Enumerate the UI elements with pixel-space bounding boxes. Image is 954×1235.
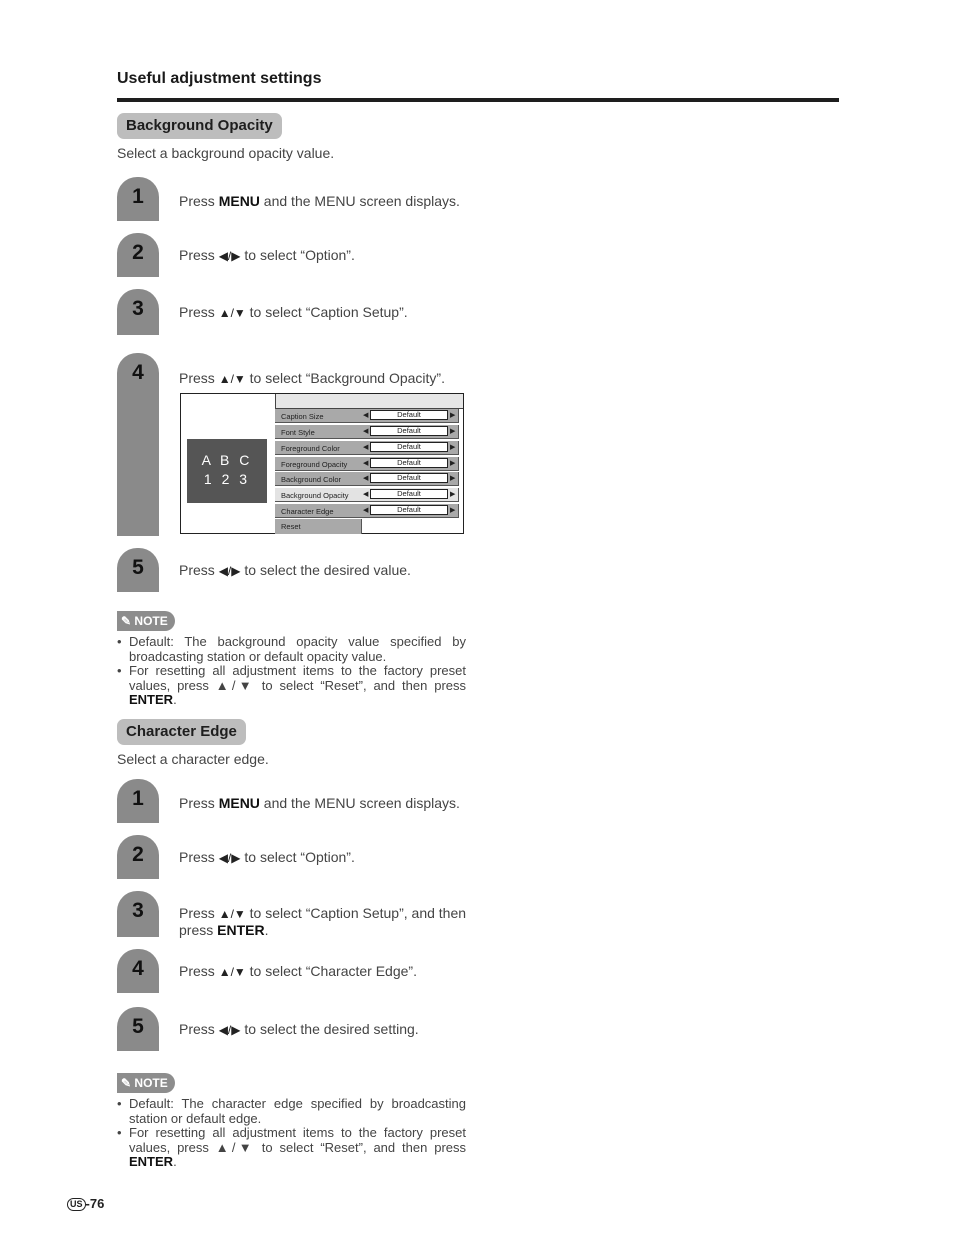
menu-row-value: Default	[370, 489, 448, 499]
step-number-badge: 5	[117, 1007, 159, 1051]
step-text: Press MENU and the MENU screen displays.	[179, 795, 460, 811]
paperclip-icon: ✎	[121, 614, 132, 628]
preview-numbers: 1 2 3	[203, 471, 251, 487]
menu-reset-item[interactable]: Reset	[275, 519, 362, 534]
up-down-arrow-icon: ▲/▼	[218, 306, 246, 320]
note-badge: ✎ NOTE	[117, 611, 175, 631]
note-badge: ✎ NOTE	[117, 1073, 175, 1093]
step-number-badge: 2	[117, 835, 159, 879]
left-arrow-icon[interactable]: ◀	[363, 506, 368, 514]
menu-row-label: Font Style	[281, 428, 315, 437]
section-background-opacity: Background Opacity	[117, 113, 282, 139]
step-text: Press ▲/▼ to select “Caption Setup”.	[179, 304, 408, 320]
menu-row-value: Default	[370, 473, 448, 483]
left-arrow-icon[interactable]: ◀	[363, 474, 368, 482]
right-arrow-icon[interactable]: ▶	[450, 490, 455, 498]
menu-row-value: Default	[370, 410, 448, 420]
note-item: Default: The background opacity value sp…	[117, 634, 466, 664]
step-text: Press ▲/▼ to select “Background Opacity”…	[179, 370, 445, 386]
left-right-arrow-icon: ◀/▶	[218, 1023, 241, 1037]
step-number-badge: 4	[117, 949, 159, 993]
section-description: Select a character edge.	[117, 751, 269, 767]
region-badge: US	[67, 1198, 86, 1211]
note-item: Default: The character edge specified by…	[117, 1096, 466, 1126]
note-block: ✎ NOTE	[117, 611, 175, 631]
section-title: Character Edge	[117, 719, 246, 745]
step-text: Press ◀/▶ to select the desired setting.	[179, 1021, 419, 1037]
section-title: Background Opacity	[117, 113, 282, 139]
right-arrow-icon[interactable]: ▶	[450, 443, 455, 451]
menu-row-value: Default	[370, 442, 448, 452]
left-right-arrow-icon: ◀/▶	[218, 564, 241, 578]
page-footer: US -76	[67, 1196, 104, 1211]
menu-row-character-edge[interactable]: Character Edge ◀ Default ▶	[275, 504, 459, 518]
menu-row-foreground-color[interactable]: Foreground Color ◀ Default ▶	[275, 441, 459, 455]
step-text: Press ◀/▶ to select the desired value.	[179, 562, 411, 578]
caption-setup-menu-screen: A B C 1 2 3 Caption Size ◀ Default ▶ Fon…	[180, 393, 464, 534]
menu-row-label: Caption Size	[281, 412, 324, 421]
step-number-badge: 4	[117, 353, 159, 536]
menu-row-value: Default	[370, 458, 448, 468]
menu-row-foreground-opacity[interactable]: Foreground Opacity ◀ Default ▶	[275, 457, 459, 471]
step-number-badge: 3	[117, 289, 159, 335]
paperclip-icon: ✎	[121, 1076, 132, 1090]
heading-rule	[117, 98, 839, 102]
note-block: ✎ NOTE	[117, 1073, 175, 1093]
preview-letters: A B C	[201, 452, 253, 468]
menu-row-background-color[interactable]: Background Color ◀ Default ▶	[275, 472, 459, 486]
menu-row-label: Background Opacity	[281, 491, 349, 500]
step-number-badge: 2	[117, 233, 159, 277]
up-down-arrow-icon: ▲/▼	[218, 907, 246, 921]
menu-row-value: Default	[370, 505, 448, 515]
step-text: Press ◀/▶ to select “Option”.	[179, 247, 355, 263]
section-character-edge: Character Edge	[117, 719, 246, 745]
left-arrow-icon[interactable]: ◀	[363, 459, 368, 467]
menu-row-background-opacity[interactable]: Background Opacity ◀ Default ▶	[275, 488, 459, 502]
left-arrow-icon[interactable]: ◀	[363, 427, 368, 435]
note-item: For resetting all adjustment items to th…	[117, 663, 466, 708]
menu-key: MENU	[218, 795, 260, 811]
step-text: Press MENU and the MENU screen displays.	[179, 193, 460, 209]
step-number-badge: 1	[117, 177, 159, 221]
right-arrow-icon[interactable]: ▶	[450, 506, 455, 514]
menu-row-label: Foreground Opacity	[281, 460, 348, 469]
step-number-badge: 1	[117, 779, 159, 823]
step-text: Press ▲/▼ to select “Caption Setup”, and…	[179, 905, 467, 938]
note-list: Default: The character edge specified by…	[117, 1096, 466, 1170]
menu-row-value: Default	[370, 426, 448, 436]
note-list: Default: The background opacity value sp…	[117, 634, 466, 708]
note-item: For resetting all adjustment items to th…	[117, 1125, 466, 1170]
right-arrow-icon[interactable]: ▶	[450, 474, 455, 482]
menu-row-caption-size[interactable]: Caption Size ◀ Default ▶	[275, 409, 459, 423]
menu-row-label: Character Edge	[281, 507, 334, 516]
page-heading: Useful adjustment settings	[117, 70, 322, 87]
left-arrow-icon[interactable]: ◀	[363, 443, 368, 451]
up-down-arrow-icon: ▲/▼	[218, 965, 246, 979]
page-number: -76	[85, 1196, 105, 1211]
step-text: Press ▲/▼ to select “Character Edge”.	[179, 963, 417, 979]
up-down-arrow-icon: ▲/▼	[218, 372, 246, 386]
left-right-arrow-icon: ◀/▶	[218, 249, 241, 263]
caption-preview: A B C 1 2 3	[187, 439, 267, 503]
right-arrow-icon[interactable]: ▶	[450, 459, 455, 467]
section-description: Select a background opacity value.	[117, 145, 335, 161]
step-number-badge: 3	[117, 891, 159, 937]
menu-row-label: Foreground Color	[281, 444, 340, 453]
left-right-arrow-icon: ◀/▶	[218, 851, 241, 865]
right-arrow-icon[interactable]: ▶	[450, 427, 455, 435]
left-arrow-icon[interactable]: ◀	[363, 490, 368, 498]
right-arrow-icon[interactable]: ▶	[450, 411, 455, 419]
menu-header-bar	[275, 394, 463, 409]
menu-row-label: Background Color	[281, 475, 342, 484]
menu-row-font-style[interactable]: Font Style ◀ Default ▶	[275, 425, 459, 439]
step-number-badge: 5	[117, 548, 159, 592]
step-text: Press ◀/▶ to select “Option”.	[179, 849, 355, 865]
left-arrow-icon[interactable]: ◀	[363, 411, 368, 419]
menu-key: MENU	[218, 193, 260, 209]
